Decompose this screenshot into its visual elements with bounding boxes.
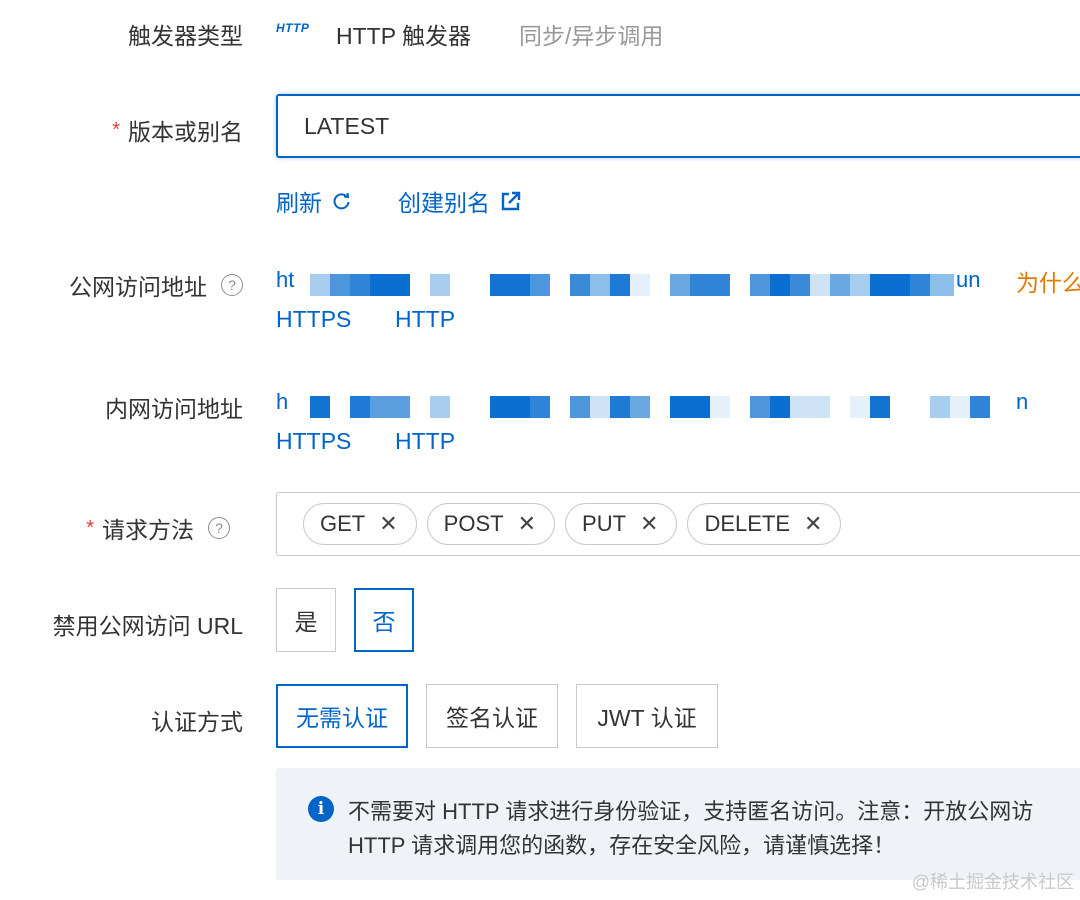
internal-url-pixelated[interactable] <box>292 396 1010 418</box>
watermark: @稀土掘金技术社区 <box>911 872 1074 892</box>
create-alias-link[interactable]: 创建别名 <box>398 184 522 218</box>
notice-line-2: HTTP 请求调用您的函数，存在安全风险，请谨慎选择！ <box>348 833 896 858</box>
auth-jwt[interactable]: JWT 认证 <box>576 684 718 748</box>
disable-public-no[interactable]: 否 <box>354 588 414 652</box>
methods-label: * 请求方法 ? <box>86 511 230 545</box>
refresh-label: 刷新 <box>276 190 322 216</box>
method-tag-delete[interactable]: DELETE ✕ <box>687 503 842 545</box>
public-url-prefix[interactable]: ht <box>276 267 294 293</box>
public-http-link[interactable]: HTTP <box>395 306 455 333</box>
http-trigger-icon: HTTP <box>276 21 310 35</box>
external-link-icon <box>501 191 521 211</box>
auth-notice: i 不需要对 HTTP 请求进行身份验证，支持匿名访问。注意：开放公网访 HTT… <box>276 768 1080 880</box>
public-https-link[interactable]: HTTPS <box>276 306 351 333</box>
trigger-type-label: 触发器类型 <box>128 23 243 49</box>
public-url-suffix[interactable]: un <box>956 267 980 293</box>
remove-icon[interactable]: ✕ <box>804 511 822 537</box>
version-select[interactable]: LATEST <box>276 94 1080 158</box>
info-icon: i <box>308 796 334 822</box>
disable-public-yes[interactable]: 是 <box>276 588 336 652</box>
remove-icon[interactable]: ✕ <box>518 511 536 537</box>
auth-label: 认证方式 <box>151 709 243 735</box>
internal-url-suffix[interactable]: n <box>1016 389 1028 415</box>
method-tag-put[interactable]: PUT ✕ <box>565 503 678 545</box>
refresh-icon <box>333 192 350 210</box>
help-circle-icon[interactable]: ? <box>208 517 230 539</box>
refresh-link[interactable]: 刷新 <box>276 184 352 218</box>
remove-icon[interactable]: ✕ <box>379 511 397 537</box>
internal-http-link[interactable]: HTTP <box>395 428 455 455</box>
method-tag-get[interactable]: GET ✕ <box>303 503 417 545</box>
public-url-pixelated[interactable] <box>296 274 960 296</box>
internal-https-link[interactable]: HTTPS <box>276 428 351 455</box>
required-mark: * <box>112 118 120 141</box>
help-circle-icon[interactable]: ? <box>221 274 243 296</box>
notice-line-1: 不需要对 HTTP 请求进行身份验证，支持匿名访问。注意：开放公网访 <box>348 799 1034 824</box>
create-alias-label: 创建别名 <box>398 190 490 216</box>
public-url-label: 公网访问地址 ? <box>69 268 243 302</box>
auth-none[interactable]: 无需认证 <box>276 684 408 748</box>
auth-signature[interactable]: 签名认证 <box>426 684 558 748</box>
trigger-name: HTTP 触发器 <box>336 23 472 49</box>
internal-url-label: 内网访问地址 <box>105 396 243 422</box>
disable-public-label: 禁用公网访问 URL <box>52 613 243 639</box>
internal-url-prefix[interactable]: h <box>276 389 288 415</box>
why-link[interactable]: 为什么 <box>1016 264 1080 298</box>
method-tag-post[interactable]: POST ✕ <box>426 503 556 545</box>
version-label: * 版本或别名 <box>112 118 243 146</box>
required-mark: * <box>86 516 94 539</box>
version-value: LATEST <box>304 112 390 139</box>
methods-select[interactable]: GET ✕ POST ✕ PUT ✕ DELETE ✕ <box>276 492 1080 556</box>
trigger-mode: 同步/异步调用 <box>519 23 664 49</box>
remove-icon[interactable]: ✕ <box>640 511 658 537</box>
